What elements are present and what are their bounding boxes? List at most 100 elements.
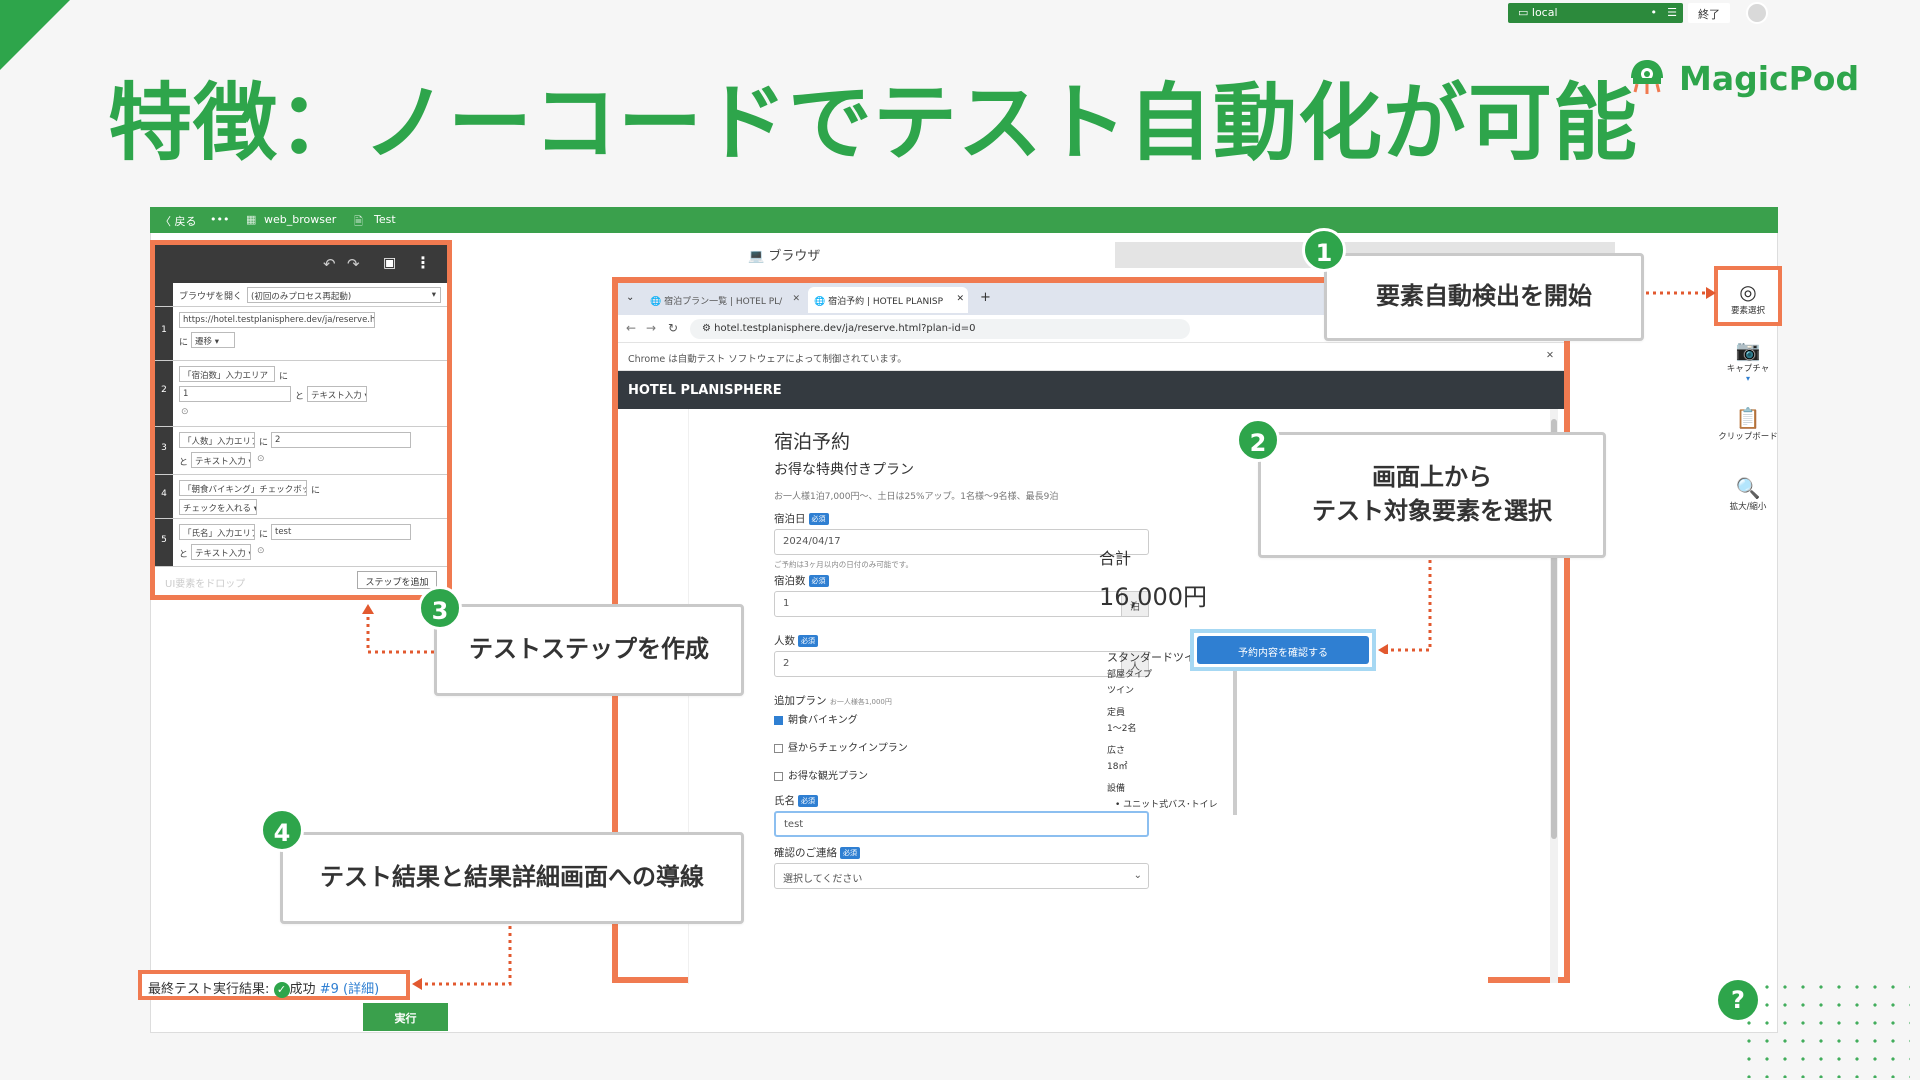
step-value-field[interactable]: 1	[179, 386, 291, 402]
help-button[interactable]: ?	[1718, 980, 1758, 1020]
callout-4-arrow	[412, 926, 512, 990]
monitor-icon: ▭	[1518, 6, 1532, 19]
run-button[interactable]: 実行	[363, 1003, 448, 1031]
magnifier-icon: 🔍	[1735, 476, 1761, 500]
step-value-field[interactable]: 2	[271, 432, 411, 448]
callout-2-line1: 画面上から	[1372, 463, 1492, 492]
step-particle: と	[295, 392, 305, 402]
reload-icon[interactable]: ↻	[668, 321, 678, 335]
more-vertical-icon[interactable]: ⋮	[415, 253, 431, 272]
callout-2-badge: 2	[1236, 418, 1280, 462]
step-action-select[interactable]: テキスト入力 ▾	[191, 544, 251, 560]
nights-input[interactable]: 1	[774, 591, 1122, 617]
url-input[interactable]: ⚙ hotel.testplanisphere.dev/ja/reserve.h…	[690, 319, 1190, 339]
step-particle: と	[179, 550, 189, 560]
step-target[interactable]: 「朝食バイキング」チェックボックス	[179, 480, 307, 496]
collapse-icon[interactable]: ⊙	[257, 454, 265, 464]
early-checkin-checkbox[interactable]: 昼からチェックインプラン	[774, 739, 908, 754]
redo-icon[interactable]: ↷	[347, 255, 360, 273]
close-icon[interactable]: ✕	[956, 294, 964, 304]
step-target[interactable]: 「人数」入力エリア	[179, 432, 255, 448]
size: 18㎡	[1107, 762, 1128, 772]
drop-zone[interactable]: UI要素をドロップ	[165, 575, 245, 590]
back-link[interactable]: 〈 戻る	[160, 213, 197, 229]
close-icon[interactable]: ✕	[1546, 350, 1554, 361]
add-step-button[interactable]: ステップを追加	[357, 571, 437, 589]
callout-2: 画面上からテスト対象要素を選択	[1258, 432, 1606, 558]
step-action-select[interactable]: チェックを入れる ▾	[179, 499, 257, 515]
step-url-field[interactable]: https://hotel.testplanisphere.dev/ja/res…	[179, 312, 375, 328]
step-particle: に	[259, 530, 269, 540]
step-number: 5	[155, 519, 173, 566]
last-test-result: 最終テスト実行結果: ✓ 成功 #9 (詳細)	[138, 970, 410, 1000]
step-number: 1	[155, 307, 173, 360]
step-target[interactable]: 「氏名」入力エリア	[179, 524, 255, 540]
new-tab-icon[interactable]: +	[980, 290, 991, 305]
browser-label-text: ブラウザ	[768, 249, 821, 264]
steps-toolbar: ↶ ↷ ▣ ⋮	[155, 245, 447, 283]
sightseeing-checkbox[interactable]: お得な観光プラン	[774, 767, 868, 782]
room-type-label: 部屋タイプ	[1107, 670, 1153, 680]
callout-1-arrow	[1646, 287, 1716, 299]
breadcrumb-project[interactable]: web_browser	[264, 213, 336, 226]
forward-arrow-icon[interactable]: →	[646, 321, 656, 335]
step-particle: に	[311, 486, 321, 496]
step-row-3: 3 「人数」入力エリア に 2 と テキスト入力 ▾ ⊙	[155, 427, 447, 475]
device-select[interactable]: ▭ local • ☰	[1508, 3, 1683, 23]
callout-2-line2: テスト対象要素を選択	[1312, 497, 1552, 525]
contact-select[interactable]: 選択してください ⌄	[774, 863, 1149, 889]
callout-4: テスト結果と結果詳細画面への導線	[280, 832, 744, 924]
globe-icon: 🌐	[814, 297, 829, 307]
date-note: ご予約は3ヶ月以内の日付のみ可能です。	[774, 560, 914, 569]
result-label: 最終テスト実行結果:	[148, 982, 270, 997]
step-option-select[interactable]: (初回のみプロセス再起動) ▾	[247, 287, 441, 303]
device-name: local	[1531, 6, 1558, 19]
callout-3: テストステップを作成	[434, 604, 744, 696]
globe-icon: 🌐	[650, 297, 665, 307]
hotel-brand[interactable]: HOTEL PLANISPHERE	[628, 383, 782, 398]
result-run-link[interactable]: #9	[320, 982, 339, 997]
step-target[interactable]: 「宿泊数」入力エリア	[179, 366, 275, 382]
browser-tab-1[interactable]: 🌐 宿泊プラン一覧 | HOTEL PL/✕	[644, 289, 804, 311]
result-detail-link[interactable]: (詳細)	[343, 982, 379, 997]
callout-1: 要素自動検出を開始	[1324, 253, 1644, 341]
step-action-select[interactable]: 遷移 ▾	[191, 332, 235, 348]
finish-button[interactable]: 終了	[1688, 3, 1730, 23]
site-info-icon: ⚙	[702, 323, 715, 334]
close-icon[interactable]: ✕	[792, 294, 800, 304]
settings-icon[interactable]: ☰	[1667, 6, 1677, 19]
capture-tool[interactable]: 📷 キャプチャ ▾	[1718, 338, 1778, 384]
collapse-icon[interactable]: ⊙	[257, 546, 265, 556]
hotel-navbar: HOTEL PLANISPHERE	[618, 371, 1564, 409]
date-input[interactable]: 2024/04/17	[774, 529, 1149, 555]
breadcrumb-more[interactable]: •••	[210, 213, 229, 226]
top-bar: 〈 戻る ••• ▦ web_browser 🗎 Test	[150, 207, 1778, 233]
step-action-select[interactable]: テキスト入力 ▾	[191, 452, 251, 468]
browser-tab-2[interactable]: 🌐 宿泊予約 | HOTEL PLANISP ✕	[808, 287, 968, 313]
breakfast-checkbox[interactable]: 朝食バイキング	[774, 711, 858, 726]
back-arrow-icon[interactable]: ←	[626, 321, 636, 335]
name-input[interactable]: test	[774, 811, 1149, 837]
step-action-select[interactable]: テキスト入力 ▾	[307, 386, 367, 402]
tab-list-icon[interactable]: ⌄	[626, 292, 634, 303]
camera-icon: 📷	[1735, 338, 1761, 362]
automation-infobar: Chrome は自動テスト ソフトウェアによって制御されています。 ✕	[618, 343, 1564, 371]
collapse-icon[interactable]: ⊙	[181, 407, 189, 417]
clipboard-tool[interactable]: 📋 クリップボード	[1718, 406, 1778, 442]
element-select-tool[interactable]: ◎ 要素選択	[1718, 280, 1778, 316]
contact-label: 確認のご連絡 必須	[774, 845, 860, 860]
confirm-reservation-button[interactable]: 予約内容を確認する	[1197, 636, 1369, 664]
undo-icon[interactable]: ↶	[323, 255, 336, 273]
browser-label: 💻 ブラウザ	[748, 245, 820, 264]
step-row-1: 1 https://hotel.testplanisphere.dev/ja/r…	[155, 307, 447, 361]
magicpod-logo-icon	[1631, 60, 1663, 94]
slide-title: 特徴：ノーコードでテスト自動化が可能	[108, 74, 1639, 172]
step-value-field[interactable]: test	[271, 524, 411, 540]
corner-decoration	[0, 0, 70, 70]
save-icon[interactable]: ▣	[383, 255, 396, 271]
laptop-icon: 💻	[748, 249, 769, 264]
avatar[interactable]	[1746, 2, 1768, 24]
people-input[interactable]: 2	[774, 651, 1122, 677]
facility-item: • ユニット式バス･トイレ	[1115, 800, 1218, 810]
zoom-tool[interactable]: 🔍 拡大/縮小	[1718, 476, 1778, 512]
